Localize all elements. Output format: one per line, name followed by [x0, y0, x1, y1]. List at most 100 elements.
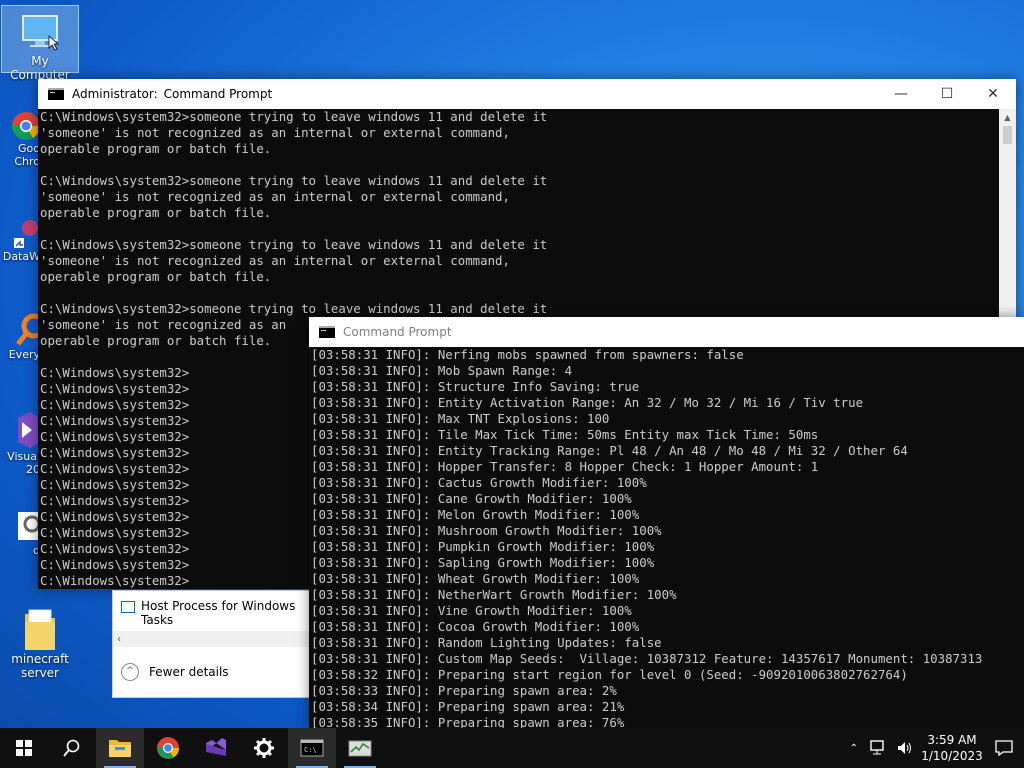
taskbar-clock[interactable]: 3:59 AM 1/10/2023 [920, 732, 984, 764]
title-bar[interactable]: Administrator: Command Prompt — ☐ ✕ [38, 79, 1016, 109]
chrome-icon [157, 737, 179, 759]
console-line: C:\Windows\system32>someone trying to le… [40, 109, 548, 124]
console-line: C:\Windows\system32>someone trying to le… [40, 237, 548, 252]
taskbar-visual-studio[interactable] [192, 728, 240, 768]
console-icon: C:\ [300, 739, 324, 757]
horizontal-scrollbar[interactable]: ‹ [113, 631, 313, 647]
process-row[interactable]: Host Process for Windows Tasks [121, 599, 313, 627]
desktop-icon-minecraft-server[interactable]: minecraft server [2, 604, 78, 680]
tray-chevron-up-icon[interactable]: ⌃ [850, 743, 858, 754]
console-line: 'someone' is not recognized as an intern… [40, 189, 510, 204]
search-icon [0, 308, 47, 348]
desktop-icon-label: minecraft server [11, 652, 69, 680]
console-line: [03:58:31 INFO]: Mob Spawn Range: 4 [311, 363, 573, 378]
desktop-icon-label: Goo Chro [14, 142, 40, 168]
desktop-icon-datawrangler[interactable]: DataW [0, 210, 40, 263]
volume-icon[interactable] [896, 740, 914, 756]
folder-icon [19, 608, 61, 650]
desktop-icon-my-computer[interactable]: My Computer [1, 5, 79, 82]
desktop-icon-label: DataW [2, 250, 40, 263]
console-line: 'someone' is not recognized as an intern… [40, 253, 510, 268]
desktop-icon-chrome[interactable]: Goo Chro [0, 104, 40, 168]
process-icon [121, 601, 135, 613]
window-title: Administrator: Command Prompt [72, 87, 273, 101]
console-line: [03:58:33 INFO]: Preparing spawn area: 2… [311, 683, 617, 698]
notification-icon [995, 740, 1013, 756]
network-icon[interactable] [870, 740, 888, 756]
console-line: [03:58:31 INFO]: Random Lighting Updates… [311, 635, 662, 650]
console-output[interactable]: [03:58:31 INFO]: Nerfing mobs spawned fr… [309, 347, 1024, 728]
console-line: [03:58:34 INFO]: Preparing spawn area: 2… [311, 699, 625, 714]
desktop-icon-visual-studio[interactable]: Visual 20 [0, 410, 40, 476]
scroll-up-arrow-icon[interactable]: ▲ [999, 109, 1016, 126]
visual-studio-icon [206, 738, 226, 756]
taskbar-settings[interactable] [240, 728, 288, 768]
console-line: [03:58:31 INFO]: Pumpkin Growth Modifier… [311, 539, 655, 554]
console-line: [03:58:35 INFO]: Preparing spawn area: 7… [311, 715, 625, 728]
minimize-button[interactable]: — [878, 79, 924, 109]
scroll-left-arrow-icon[interactable]: ‹ [117, 634, 121, 645]
app-icon [0, 210, 40, 250]
desktop-icon-label: d [33, 544, 40, 557]
system-tray: ⌃ 3:59 AM 1/10/2023 [850, 728, 1024, 768]
console-line: [03:58:31 INFO]: Custom Map Seeds: Villa… [311, 651, 983, 666]
console-line: [03:58:31 INFO]: Cocoa Growth Modifier: … [311, 619, 640, 634]
taskbar: C:\ ⌃ 3:59 AM 1/10/2023 [0, 728, 1024, 768]
scroll-thumb[interactable] [1003, 126, 1012, 144]
console-line: C:\Windows\system32>someone trying to le… [40, 301, 548, 316]
console-line: [03:58:31 INFO]: Nerfing mobs spawned fr… [311, 347, 744, 362]
desktop-icon-everything[interactable]: Every [0, 308, 47, 361]
desktop-icon-settings-shortcut[interactable]: d [0, 510, 41, 557]
console-icon [319, 326, 335, 338]
console-line: [03:58:32 INFO]: Preparing start region … [311, 667, 908, 682]
console-line: [03:58:31 INFO]: Structure Info Saving: … [311, 379, 640, 394]
console-line: [03:58:31 INFO]: Tile Max Tick Time: 50m… [311, 427, 819, 442]
gear-icon [0, 510, 41, 544]
monitor-icon [19, 10, 61, 52]
console-line: operable program or batch file. [40, 205, 272, 220]
visual-studio-icon [0, 410, 40, 450]
maximize-button[interactable]: ☐ [924, 79, 970, 109]
start-button[interactable] [0, 728, 48, 768]
console-line: operable program or batch file. [40, 141, 272, 156]
task-manager-icon [348, 740, 372, 757]
fewer-details-label: Fewer details [149, 665, 229, 679]
title-bar[interactable]: Command Prompt [309, 317, 1024, 347]
window-title: Command Prompt [343, 325, 452, 339]
desktop-icon-label: Every [8, 348, 40, 361]
search-icon [63, 739, 80, 757]
chrome-icon [0, 104, 40, 144]
console-line: [03:58:31 INFO]: Max TNT Explosions: 100 [311, 411, 610, 426]
console-line: [03:58:31 INFO]: Cane Growth Modifier: 1… [311, 491, 632, 506]
taskbar-file-explorer[interactable] [96, 728, 144, 768]
server-command-prompt-window[interactable]: Command Prompt [03:58:31 INFO]: Nerfing … [309, 317, 1024, 728]
console-line: [03:58:31 INFO]: Sapling Growth Modifier… [311, 555, 655, 570]
folder-icon [109, 740, 131, 757]
fewer-details-button[interactable]: ^ Fewer details [121, 663, 229, 681]
console-line: [03:58:31 INFO]: Wheat Growth Modifier: … [311, 571, 640, 586]
desktop-icon-label: My Computer [10, 54, 70, 82]
taskbar-task-manager[interactable] [336, 728, 384, 768]
console-line: operable program or batch file. [40, 269, 272, 284]
chevron-up-icon: ^ [121, 663, 139, 681]
console-line: [03:58:31 INFO]: Entity Tracking Range: … [311, 443, 908, 458]
taskbar-chrome[interactable] [144, 728, 192, 768]
console-line: [03:58:31 INFO]: Entity Activation Range… [311, 395, 864, 410]
svg-text:C:\: C:\ [304, 746, 317, 754]
clock-date: 1/10/2023 [921, 749, 983, 763]
console-line: [03:58:31 INFO]: Mushroom Growth Modifie… [311, 523, 662, 538]
close-button[interactable]: ✕ [970, 79, 1016, 109]
desktop-icon-label: Visual 20 [7, 450, 40, 476]
taskbar-command-prompt[interactable]: C:\ [288, 728, 336, 768]
task-manager-window[interactable]: Host Process for Windows Tasks ‹ ^ Fewer… [112, 590, 314, 698]
console-line: [03:58:31 INFO]: Melon Growth Modifier: … [311, 507, 640, 522]
console-line: [03:58:31 INFO]: Cactus Growth Modifier:… [311, 475, 647, 490]
action-center-button[interactable] [984, 740, 1024, 756]
console-line: [03:58:31 INFO]: NetherWart Growth Modif… [311, 587, 677, 602]
search-button[interactable] [48, 728, 96, 768]
console-line: [03:58:31 INFO]: Vine Growth Modifier: 1… [311, 603, 632, 618]
console-icon [48, 88, 64, 100]
console-line: [03:58:31 INFO]: Hopper Transfer: 8 Hopp… [311, 459, 819, 474]
